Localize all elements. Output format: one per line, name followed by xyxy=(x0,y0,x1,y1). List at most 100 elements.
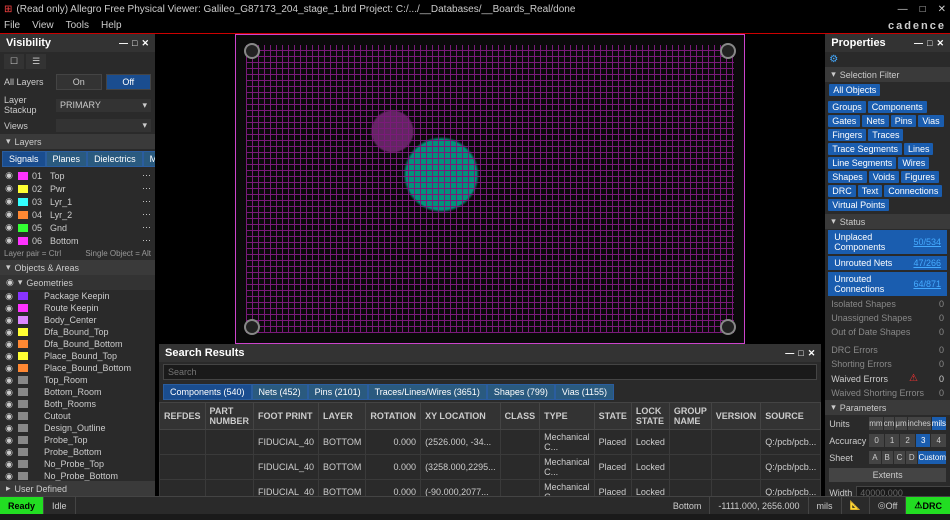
panel-close-icon[interactable]: ✕ xyxy=(141,38,149,49)
layer-row[interactable]: ◉05Gnd⋯ xyxy=(0,221,155,234)
geometry-row[interactable]: ◉Top_Room xyxy=(0,374,155,386)
eye-icon[interactable]: ◉ xyxy=(4,375,14,386)
status-units[interactable]: mils xyxy=(809,497,842,514)
eye-icon[interactable]: ◉ xyxy=(4,387,14,398)
column-header[interactable]: CLASS xyxy=(500,403,540,430)
geometry-row[interactable]: ◉Package Keepin xyxy=(0,290,155,302)
acc-btns-option[interactable]: 1 xyxy=(885,434,900,447)
table-row[interactable]: FIDUCIAL_40BOTTOM0.000(2526.000, -34...M… xyxy=(160,430,821,455)
settings-icon[interactable]: ⚙ xyxy=(829,54,838,65)
filter-chip-fingers[interactable]: Fingers xyxy=(828,129,866,141)
eye-icon[interactable]: ◉ xyxy=(4,459,14,470)
filter-chip-trace-segments[interactable]: Trace Segments xyxy=(828,143,902,155)
units-btns-option[interactable]: mm xyxy=(869,417,882,430)
table-row[interactable]: FIDUCIAL_40BOTTOM0.000(3258.000,2295...M… xyxy=(160,455,821,480)
eye-icon[interactable]: ◉ xyxy=(4,363,14,374)
view-list-button[interactable]: ☰ xyxy=(26,54,46,69)
color-swatch[interactable] xyxy=(18,340,28,348)
filter-chip-nets[interactable]: Nets xyxy=(862,115,889,127)
geometry-row[interactable]: ◉Route Keepin xyxy=(0,302,155,314)
filter-chip-components[interactable]: Components xyxy=(868,101,927,113)
unrouted-connections-label[interactable]: Unrouted Connections xyxy=(834,274,913,294)
eye-icon[interactable]: ◉ xyxy=(4,183,14,194)
width-input[interactable] xyxy=(856,486,950,496)
column-header[interactable]: XY LOCATION xyxy=(421,403,501,430)
view-mode-button[interactable]: ☐ xyxy=(4,54,24,69)
color-swatch[interactable] xyxy=(18,460,28,468)
column-header[interactable]: PART NUMBER xyxy=(205,403,254,430)
units-btns-option[interactable]: cm xyxy=(884,417,895,430)
minimize-button[interactable]: — xyxy=(898,4,908,15)
geometry-row[interactable]: ◉Probe_Top xyxy=(0,434,155,446)
layer-tab-dielectrics[interactable]: Dielectrics xyxy=(87,151,143,167)
filter-chip-voids[interactable]: Voids xyxy=(869,171,899,183)
geometry-row[interactable]: ◉Design_Outline xyxy=(0,422,155,434)
status-drc[interactable]: ⚠ DRC xyxy=(906,497,950,514)
column-header[interactable]: LAYER xyxy=(319,403,366,430)
eye-icon[interactable]: ◉ xyxy=(4,411,14,422)
geometries-header[interactable]: ◉▾Geometries xyxy=(0,275,155,290)
extents-button[interactable]: Extents xyxy=(829,468,946,482)
all-layers-on-button[interactable]: On xyxy=(56,74,102,90)
geometry-row[interactable]: ◉Dfa_Bound_Bottom xyxy=(0,338,155,350)
layer-menu-icon[interactable]: ⋯ xyxy=(142,235,151,246)
column-header[interactable]: TYPE xyxy=(540,403,595,430)
acc-btns-option[interactable]: 0 xyxy=(869,434,884,447)
filter-chip-drc[interactable]: DRC xyxy=(828,185,856,197)
unrouted-connections-value[interactable]: 64/871 xyxy=(913,279,941,289)
units-btns-option[interactable]: μm xyxy=(895,417,906,430)
sheet-btns-option[interactable]: A xyxy=(869,451,880,464)
color-swatch[interactable] xyxy=(18,185,28,193)
geometry-row[interactable]: ◉Both_Rooms xyxy=(0,398,155,410)
eye-icon[interactable]: ◉ xyxy=(4,423,14,434)
layer-tab-signals[interactable]: Signals xyxy=(2,151,46,167)
unrouted-nets-label[interactable]: Unrouted Nets xyxy=(834,258,892,268)
menu-tools[interactable]: Tools xyxy=(66,20,89,31)
acc-btns-option[interactable]: 3 xyxy=(916,434,931,447)
status-off-toggle[interactable]: ◎ Off xyxy=(870,497,907,514)
maximize-button[interactable]: □ xyxy=(920,4,926,15)
filter-chip-traces[interactable]: Traces xyxy=(868,129,903,141)
eye-icon[interactable]: ◉ xyxy=(4,291,14,302)
color-swatch[interactable] xyxy=(18,304,28,312)
column-header[interactable]: STATE xyxy=(594,403,631,430)
filter-chip-wires[interactable]: Wires xyxy=(898,157,929,169)
geometry-row[interactable]: ◉Place_Bound_Bottom xyxy=(0,362,155,374)
menu-view[interactable]: View xyxy=(32,20,54,31)
sheet-btns-option[interactable]: B xyxy=(882,451,893,464)
color-swatch[interactable] xyxy=(18,364,28,372)
layers-section-header[interactable]: ▾Layers xyxy=(0,134,155,149)
layer-menu-icon[interactable]: ⋯ xyxy=(142,209,151,220)
color-swatch[interactable] xyxy=(18,237,28,245)
color-swatch[interactable] xyxy=(18,448,28,456)
eye-icon[interactable]: ◉ xyxy=(4,235,14,246)
geometry-row[interactable]: ◉Place_Bound_Top xyxy=(0,350,155,362)
eye-icon[interactable]: ◉ xyxy=(4,471,14,482)
color-swatch[interactable] xyxy=(18,328,28,336)
result-tab[interactable]: Shapes (799) xyxy=(487,384,555,400)
search-input[interactable] xyxy=(163,364,817,380)
column-header[interactable]: REFDES xyxy=(160,403,206,430)
eye-icon[interactable]: ◉ xyxy=(4,303,14,314)
panel-minimize-icon[interactable]: — xyxy=(785,348,794,359)
geometry-row[interactable]: ◉Probe_Bottom xyxy=(0,446,155,458)
eye-icon[interactable]: ◉ xyxy=(4,399,14,410)
parameters-section-header[interactable]: ▾Parameters xyxy=(825,400,950,415)
filter-chip-shapes[interactable]: Shapes xyxy=(828,171,867,183)
filter-chip-figures[interactable]: Figures xyxy=(901,171,939,183)
color-swatch[interactable] xyxy=(18,400,28,408)
layer-row[interactable]: ◉01Top⋯ xyxy=(0,169,155,182)
status-section-header[interactable]: ▾Status xyxy=(825,214,950,229)
results-table-wrap[interactable]: REFDESPART NUMBERFOOT PRINTLAYERROTATION… xyxy=(159,402,821,496)
column-header[interactable]: LOCK STATE xyxy=(631,403,669,430)
geometry-row[interactable]: ◉Body_Center xyxy=(0,314,155,326)
color-swatch[interactable] xyxy=(18,436,28,444)
units-btns-option[interactable]: mils xyxy=(932,417,946,430)
color-swatch[interactable] xyxy=(18,376,28,384)
close-window-button[interactable]: ✕ xyxy=(938,4,946,15)
geometry-row[interactable]: ◉Dfa_Bound_Top xyxy=(0,326,155,338)
panel-close-icon[interactable]: ✕ xyxy=(808,348,816,359)
filter-chip-groups[interactable]: Groups xyxy=(828,101,866,113)
eye-icon[interactable]: ◉ xyxy=(4,315,14,326)
unplaced-components-label[interactable]: Unplaced Components xyxy=(834,232,913,252)
